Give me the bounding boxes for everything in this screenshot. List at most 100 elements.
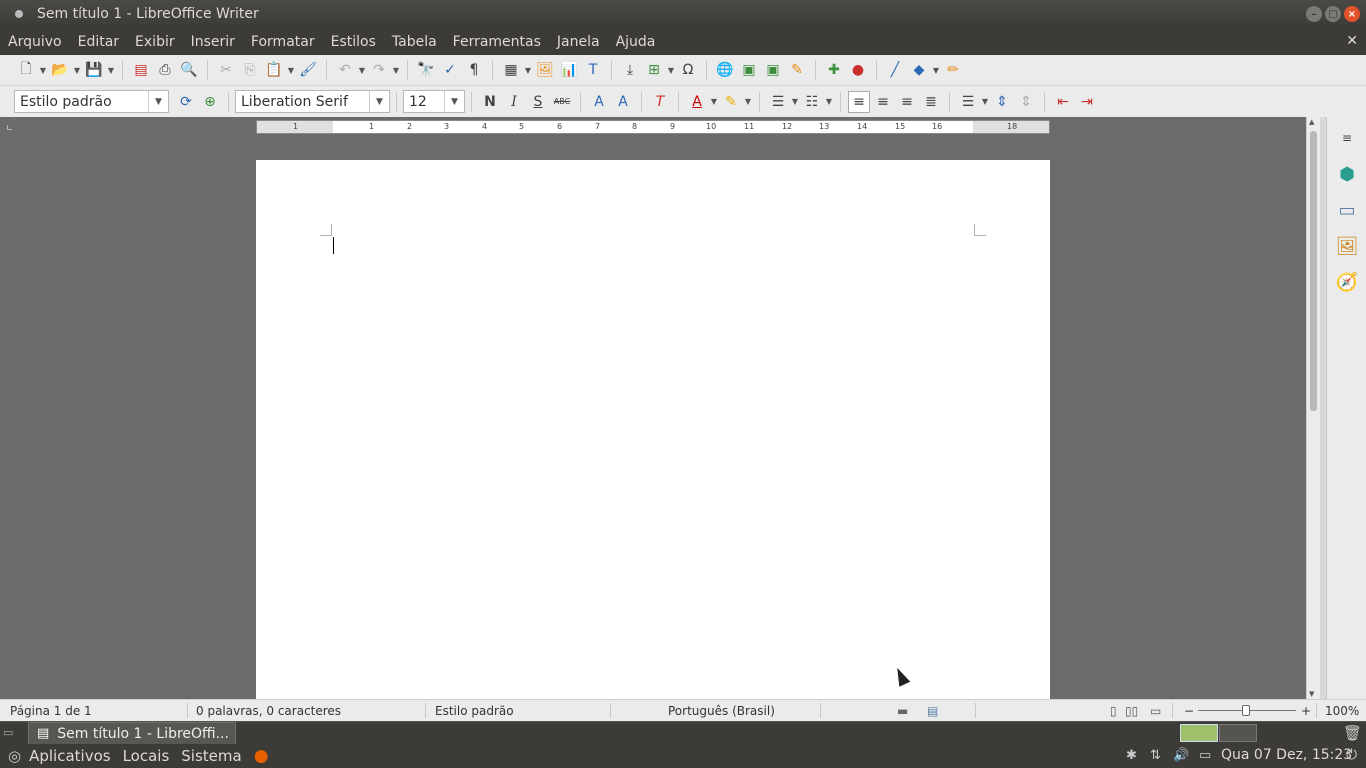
new-dropdown-icon[interactable]: ▼ xyxy=(38,66,48,75)
trash-icon[interactable]: 🗑 xyxy=(1343,724,1362,742)
document-modified-icon[interactable]: ▤ xyxy=(927,704,938,718)
comment-icon[interactable]: ✚ xyxy=(823,59,845,81)
insert-field-icon[interactable]: ⊞ xyxy=(643,59,665,81)
print-preview-icon[interactable]: 🔍 xyxy=(178,59,200,81)
book-view-icon[interactable]: ▭ xyxy=(1150,704,1161,718)
highlight-icon[interactable]: ✎ xyxy=(720,91,742,113)
properties-icon[interactable]: ⬢ xyxy=(1334,161,1360,187)
increase-paragraph-spacing-icon[interactable]: ⇕ xyxy=(991,91,1013,113)
document-workspace[interactable] xyxy=(0,139,1306,699)
zoom-level[interactable]: 100% xyxy=(1325,704,1359,718)
insert-table-icon[interactable]: ▦ xyxy=(500,59,522,81)
multi-page-view-icon[interactable]: ▯▯ xyxy=(1125,704,1138,718)
bluetooth-icon[interactable]: ✱ xyxy=(1126,748,1137,763)
numbering-icon[interactable]: ☷ xyxy=(801,91,823,113)
chevron-down-icon[interactable]: ▼ xyxy=(369,91,389,112)
battery-icon[interactable]: ▭ xyxy=(1199,748,1211,763)
scrollbar-thumb[interactable] xyxy=(1310,131,1317,411)
numbering-dropdown-icon[interactable]: ▼ xyxy=(824,97,834,106)
menu-arquivo[interactable]: Arquivo xyxy=(0,34,70,50)
volume-icon[interactable]: 🔊 xyxy=(1173,748,1189,763)
menu-sistema[interactable]: Sistema xyxy=(181,747,241,765)
copy-icon[interactable]: ⎘ xyxy=(239,59,261,81)
bookmark-icon[interactable]: ✎ xyxy=(786,59,808,81)
selection-mode-icon[interactable]: ▬ xyxy=(897,704,908,718)
menu-janela[interactable]: Janela xyxy=(549,34,608,50)
tab-stop-selector-icon[interactable]: ∟ xyxy=(6,124,14,134)
single-page-view-icon[interactable]: ▯ xyxy=(1110,704,1117,718)
open-dropdown-icon[interactable]: ▼ xyxy=(72,66,82,75)
font-color-dropdown-icon[interactable]: ▼ xyxy=(709,97,719,106)
insert-image-icon[interactable]: 🖼 xyxy=(534,59,556,81)
save-icon[interactable]: 💾 xyxy=(83,59,105,81)
firefox-icon[interactable]: ● xyxy=(254,746,269,766)
close-document-icon[interactable]: ✕ xyxy=(1346,33,1358,49)
open-folder-icon[interactable]: 📂 xyxy=(49,59,71,81)
draw-functions-icon[interactable]: ✏ xyxy=(942,59,964,81)
bold-button[interactable]: N xyxy=(479,91,501,113)
strikethrough-button[interactable]: ABC xyxy=(551,91,573,113)
redo-icon[interactable]: ↷ xyxy=(368,59,390,81)
font-color-icon[interactable]: A xyxy=(686,91,708,113)
font-size-combo[interactable]: 12 ▼ xyxy=(403,90,465,113)
scroll-up-icon[interactable]: ▲ xyxy=(1309,118,1314,126)
workspace-2[interactable] xyxy=(1219,724,1257,742)
workspace-1[interactable] xyxy=(1180,724,1218,742)
sidebar-menu-icon[interactable]: ≡ xyxy=(1334,125,1360,151)
update-style-icon[interactable]: ⟳ xyxy=(175,91,197,113)
window-menu-icon[interactable] xyxy=(15,10,23,18)
styles-icon[interactable]: ▭ xyxy=(1334,197,1360,223)
decrease-paragraph-spacing-icon[interactable]: ⇕ xyxy=(1015,91,1037,113)
page-count[interactable]: Página 1 de 1 xyxy=(10,704,92,718)
menu-ferramentas[interactable]: Ferramentas xyxy=(445,34,549,50)
insert-textbox-icon[interactable]: T xyxy=(582,59,604,81)
horizontal-ruler[interactable]: 1 1 2 3 4 5 6 7 8 9 10 11 12 13 14 15 16… xyxy=(256,120,1050,134)
print-icon[interactable]: ⎙ xyxy=(154,59,176,81)
chevron-down-icon[interactable]: ▼ xyxy=(148,91,168,112)
redo-dropdown-icon[interactable]: ▼ xyxy=(391,66,401,75)
line-spacing-icon[interactable]: ☰ xyxy=(957,91,979,113)
superscript-icon[interactable]: A xyxy=(588,91,610,113)
align-center-icon[interactable]: ≡ xyxy=(872,91,894,113)
cut-icon[interactable]: ✂ xyxy=(215,59,237,81)
hyperlink-icon[interactable]: 🌐 xyxy=(714,59,736,81)
undo-dropdown-icon[interactable]: ▼ xyxy=(357,66,367,75)
page-break-icon[interactable]: ⤓ xyxy=(619,59,641,81)
basic-shapes-icon[interactable]: ◆ xyxy=(908,59,930,81)
field-dropdown-icon[interactable]: ▼ xyxy=(666,66,676,75)
increase-indent-icon[interactable]: ⇤ xyxy=(1052,91,1074,113)
italic-button[interactable]: I xyxy=(503,91,525,113)
gallery-icon[interactable]: 🖼 xyxy=(1334,233,1360,259)
track-changes-icon[interactable]: ● xyxy=(847,59,869,81)
shapes-dropdown-icon[interactable]: ▼ xyxy=(931,66,941,75)
align-left-icon[interactable]: ≡ xyxy=(848,90,870,113)
menu-inserir[interactable]: Inserir xyxy=(183,34,243,50)
paste-dropdown-icon[interactable]: ▼ xyxy=(286,66,296,75)
scroll-down-icon[interactable]: ▼ xyxy=(1309,690,1314,698)
navigator-icon[interactable]: 🧭 xyxy=(1334,269,1360,295)
clone-formatting-icon[interactable]: 🖌 xyxy=(297,59,319,81)
find-replace-icon[interactable]: 🔭 xyxy=(415,59,437,81)
document-page[interactable] xyxy=(256,160,1050,699)
ubuntu-logo-icon[interactable]: ◎ xyxy=(8,747,21,765)
menu-tabela[interactable]: Tabela xyxy=(384,34,445,50)
menu-exibir[interactable]: Exibir xyxy=(127,34,183,50)
bullets-icon[interactable]: ☰ xyxy=(767,91,789,113)
insert-line-icon[interactable]: ╱ xyxy=(884,59,906,81)
font-name-combo[interactable]: Liberation Serif ▼ xyxy=(235,90,390,113)
taskbar-writer-window[interactable]: ▤ Sem título 1 - LibreOffi... xyxy=(28,722,236,745)
subscript-icon[interactable]: A xyxy=(612,91,634,113)
bullets-dropdown-icon[interactable]: ▼ xyxy=(790,97,800,106)
minimize-button[interactable]: – xyxy=(1306,6,1322,22)
menu-aplicativos[interactable]: Aplicativos xyxy=(29,747,110,765)
clear-formatting-icon[interactable]: T xyxy=(649,91,671,113)
word-count[interactable]: 0 palavras, 0 caracteres xyxy=(196,704,341,718)
insert-chart-icon[interactable]: 📊 xyxy=(558,59,580,81)
power-icon[interactable]: ⏻ xyxy=(1346,747,1357,763)
export-pdf-icon[interactable]: ▤ xyxy=(130,59,152,81)
clock[interactable]: Qua 07 Dez, 15:23 xyxy=(1221,747,1352,763)
footnote-icon[interactable]: ▣ xyxy=(738,59,760,81)
menu-editar[interactable]: Editar xyxy=(70,34,127,50)
menu-ajuda[interactable]: Ajuda xyxy=(608,34,664,50)
menu-estilos[interactable]: Estilos xyxy=(323,34,384,50)
